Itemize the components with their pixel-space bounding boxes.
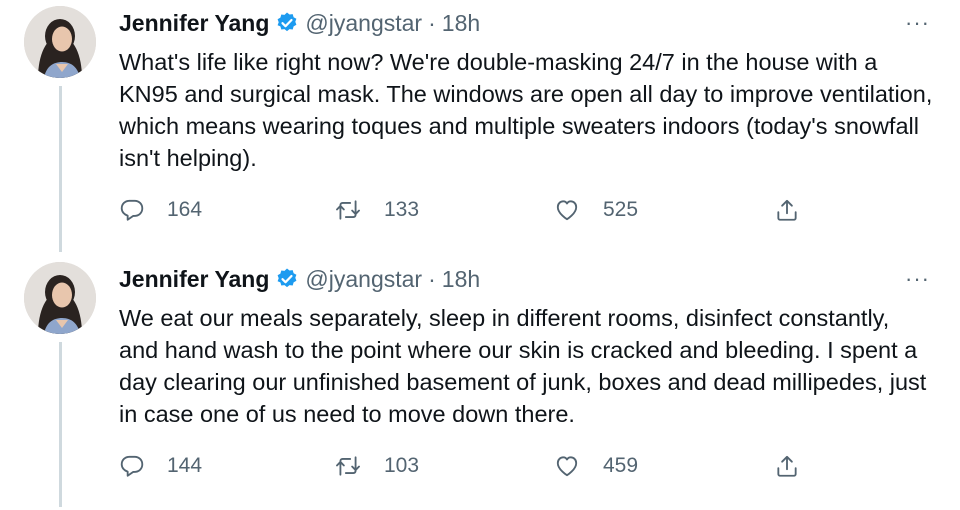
tweet-header: Jennifer Yang @jyangstar · 18h [119, 264, 480, 294]
reply-icon [120, 455, 144, 477]
tweet-header: Jennifer Yang @jyangstar · 18h [119, 8, 480, 38]
avatar[interactable] [24, 262, 96, 334]
reply-icon [120, 199, 144, 221]
retweet-icon [336, 200, 360, 220]
share-icon [777, 199, 797, 221]
tweet-text: What's life like right now? We're double… [119, 49, 933, 171]
tweet-actions: 164 133 525 [119, 193, 809, 227]
share-icon [777, 455, 797, 477]
tweet-actions: 144 103 459 [119, 449, 809, 483]
retweet-icon [336, 456, 360, 476]
timestamp[interactable]: 18h [442, 266, 480, 293]
reply-button[interactable]: 144 [119, 449, 202, 483]
separator-dot: · [428, 9, 436, 36]
like-count: 525 [603, 198, 639, 221]
avatar[interactable] [24, 6, 96, 78]
separator-dot: · [428, 265, 436, 292]
retweet-count: 103 [384, 454, 420, 477]
reply-count: 164 [167, 198, 203, 221]
like-button[interactable]: 525 [553, 193, 638, 227]
author-handle[interactable]: @jyangstar [305, 266, 422, 293]
like-count: 459 [603, 454, 639, 477]
like-icon [556, 200, 578, 221]
retweet-button[interactable]: 103 [334, 449, 419, 483]
tweet[interactable]: Jennifer Yang @jyangstar · 18h ··· We ea… [0, 256, 960, 510]
share-button[interactable] [774, 193, 822, 227]
like-button[interactable]: 459 [553, 449, 638, 483]
verified-badge-icon [275, 267, 299, 291]
tweet[interactable]: Jennifer Yang @jyangstar · 18h ··· What'… [0, 0, 960, 254]
share-button[interactable] [774, 449, 822, 483]
author-handle[interactable]: @jyangstar [305, 10, 422, 37]
timestamp[interactable]: 18h [442, 10, 480, 37]
retweet-count: 133 [384, 198, 420, 221]
reply-button[interactable]: 164 [119, 193, 202, 227]
more-icon[interactable]: ··· [905, 268, 930, 290]
retweet-button[interactable]: 133 [334, 193, 419, 227]
tweet-text: We eat our meals separately, sleep in di… [119, 305, 927, 427]
like-icon [556, 456, 578, 477]
verified-badge-icon [275, 11, 299, 35]
more-icon[interactable]: ··· [905, 12, 930, 34]
reply-count: 144 [167, 454, 203, 477]
author-name[interactable]: Jennifer Yang [119, 266, 269, 293]
author-name[interactable]: Jennifer Yang [119, 10, 269, 37]
